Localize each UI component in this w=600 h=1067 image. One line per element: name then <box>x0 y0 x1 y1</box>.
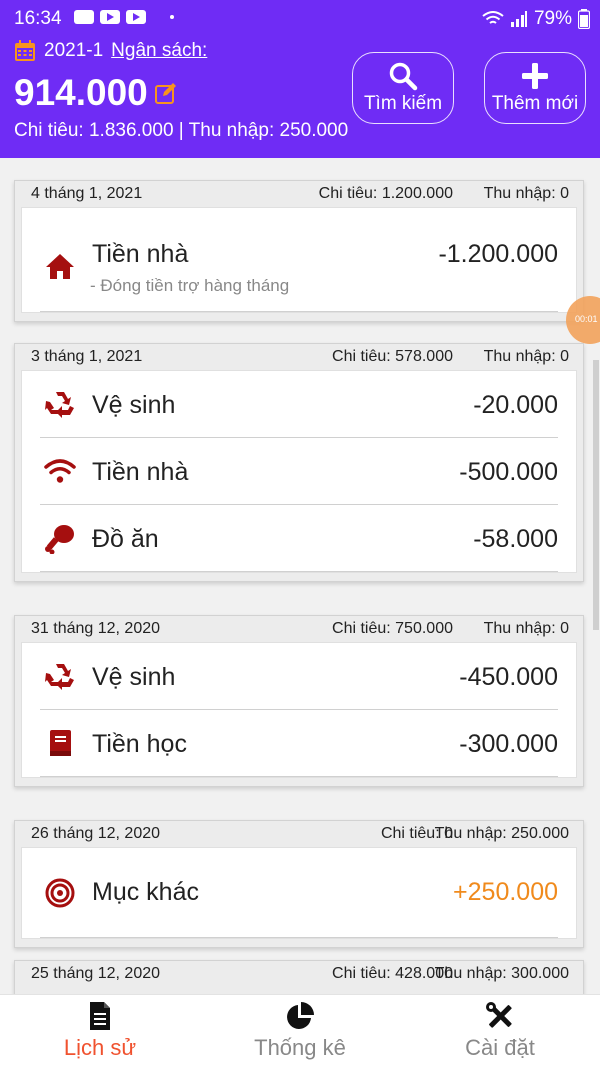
transaction-amount: -1.200.000 <box>438 240 558 268</box>
battery-text: 79% <box>533 8 572 29</box>
day-items: Mục khác +250.000 <box>21 847 577 939</box>
day-header: 25 tháng 12, 2020 Chi tiêu: 428.000 Thu … <box>15 961 583 987</box>
transaction-name: Đồ ăn <box>92 525 159 553</box>
status-right: 79% <box>482 8 590 30</box>
day-spend: Chi tiêu: 578.000 <box>332 348 453 365</box>
day-group: 31 tháng 12, 2020 Chi tiêu: 750.000 Thu … <box>14 615 584 787</box>
signal-icon <box>510 11 527 27</box>
day-header: 4 tháng 1, 2021 Chi tiêu: 1.200.000 Thu … <box>15 181 583 207</box>
day-income: Thu nhập: 0 <box>483 185 569 202</box>
transaction-note: - Đóng tiền trợ hàng tháng <box>90 276 290 295</box>
bottom-navigation: Lịch sử Thống kê Cài đặt <box>0 994 600 1067</box>
transaction-row[interactable]: Vệ sinh -450.000 <box>40 643 558 710</box>
nav-settings[interactable]: Cài đặt <box>400 995 600 1067</box>
transaction-amount: -20.000 <box>473 391 558 419</box>
day-items: Vệ sinh -20.000 Tiền nhà -500.000 Đồ ăn … <box>21 370 577 573</box>
transaction-amount: -300.000 <box>459 730 558 758</box>
transaction-list[interactable]: 4 tháng 1, 2021 Chi tiêu: 1.200.000 Thu … <box>0 158 600 994</box>
scrollbar[interactable] <box>593 360 599 630</box>
day-date: 4 tháng 1, 2021 <box>31 185 143 202</box>
transaction-row[interactable]: Tiền nhà -500.000 <box>40 438 558 505</box>
day-spend: Chi tiêu: 750.000 <box>332 620 453 637</box>
calendar-icon[interactable] <box>14 40 36 62</box>
transaction-row[interactable]: Tiền học -300.000 <box>40 710 558 777</box>
day-income: Thu nhập: 0 <box>483 620 569 637</box>
nav-stats-label: Thống kê <box>254 1035 346 1060</box>
nav-history[interactable]: Lịch sử <box>0 995 200 1067</box>
day-header: 3 tháng 1, 2021 Chi tiêu: 578.000 Thu nh… <box>15 344 583 370</box>
day-header: 26 tháng 12, 2020 Chi tiêu: 0 Thu nhập: … <box>15 821 583 847</box>
battery-icon <box>578 9 590 29</box>
add-new-button[interactable]: Thêm mới <box>484 52 586 124</box>
wifi-icon <box>44 459 76 483</box>
period-label[interactable]: 2021-1 <box>44 40 103 62</box>
day-group: 3 tháng 1, 2021 Chi tiêu: 578.000 Thu nh… <box>14 343 584 582</box>
search-icon <box>389 62 418 91</box>
transaction-row[interactable]: Tiền nhà - Đóng tiền trợ hàng tháng -1.2… <box>40 208 558 312</box>
day-group: 4 tháng 1, 2021 Chi tiêu: 1.200.000 Thu … <box>14 180 584 322</box>
nav-stats[interactable]: Thống kê <box>200 995 400 1067</box>
day-date: 26 tháng 12, 2020 <box>31 825 161 842</box>
day-date: 25 tháng 12, 2020 <box>31 965 161 982</box>
day-date: 31 tháng 12, 2020 <box>31 620 161 637</box>
transaction-amount: -450.000 <box>459 663 558 691</box>
youtube-icon <box>100 10 120 24</box>
document-icon <box>90 1002 110 1030</box>
transaction-amount: +250.000 <box>453 878 558 906</box>
transaction-amount: -500.000 <box>459 458 558 486</box>
day-items: Vệ sinh -450.000 Tiền học -300.000 <box>21 642 577 778</box>
recycle-icon <box>45 664 74 690</box>
month-totals: Chi tiêu: 1.836.000 | Thu nhập: 250.000 <box>14 120 349 141</box>
notification-icons <box>74 10 174 24</box>
transaction-row[interactable]: Vệ sinh -20.000 <box>40 371 558 438</box>
wifi-status-icon <box>482 11 504 24</box>
day-spend: Chi tiêu: 1.200.000 <box>318 185 453 202</box>
edit-icon[interactable] <box>154 81 178 105</box>
day-income: Thu nhập: 300.000 <box>434 965 569 982</box>
house-icon <box>46 254 74 279</box>
transaction-row[interactable]: Mục khác +250.000 <box>40 848 558 938</box>
status-bar: 16:34 79% <box>0 0 600 36</box>
nav-history-label: Lịch sử <box>63 1035 137 1060</box>
transaction-name: Tiền nhà <box>92 458 189 486</box>
drumstick-icon <box>45 525 74 554</box>
budget-amount: 914.000 <box>14 72 148 113</box>
app-header: 16:34 79% 2021-1 Ngân sách: 914.000 Chi … <box>0 0 600 158</box>
tools-icon <box>486 1002 512 1028</box>
more-notifications-icon <box>170 15 174 19</box>
nav-settings-label: Cài đặt <box>465 1035 535 1060</box>
target-icon <box>45 878 75 908</box>
transaction-name: Vệ sinh <box>92 391 176 419</box>
pie-chart-icon <box>287 1002 314 1029</box>
budget-link[interactable]: Ngân sách: <box>111 40 207 62</box>
period-row: 2021-1 Ngân sách: <box>14 40 207 62</box>
transaction-name: Vệ sinh <box>92 663 176 691</box>
transaction-name: Tiền học <box>92 730 187 758</box>
book-icon <box>50 730 71 756</box>
plus-icon <box>522 63 548 89</box>
recycle-icon <box>45 392 74 418</box>
transaction-name: Mục khác <box>92 878 199 906</box>
day-income: Thu nhập: 250.000 <box>434 825 569 842</box>
day-header: 31 tháng 12, 2020 Chi tiêu: 750.000 Thu … <box>15 616 583 642</box>
transaction-row[interactable]: Đồ ăn -58.000 <box>40 505 558 572</box>
day-items: Tiền nhà - Đóng tiền trợ hàng tháng -1.2… <box>21 207 577 313</box>
search-button-label: Tìm kiếm <box>363 93 443 114</box>
day-income: Thu nhập: 0 <box>483 348 569 365</box>
add-button-label: Thêm mới <box>491 93 579 114</box>
youtube-icon <box>126 10 146 24</box>
day-group: 25 tháng 12, 2020 Chi tiêu: 428.000 Thu … <box>14 960 584 994</box>
video-call-icon <box>74 10 94 24</box>
budget-amount-row: 914.000 <box>14 72 178 114</box>
transaction-name: Tiền nhà <box>92 240 189 268</box>
search-button[interactable]: Tìm kiếm <box>352 52 454 124</box>
status-time: 16:34 <box>14 8 62 29</box>
day-group: 26 tháng 12, 2020 Chi tiêu: 0 Thu nhập: … <box>14 820 584 948</box>
day-date: 3 tháng 1, 2021 <box>31 348 143 365</box>
transaction-amount: -58.000 <box>473 525 558 553</box>
